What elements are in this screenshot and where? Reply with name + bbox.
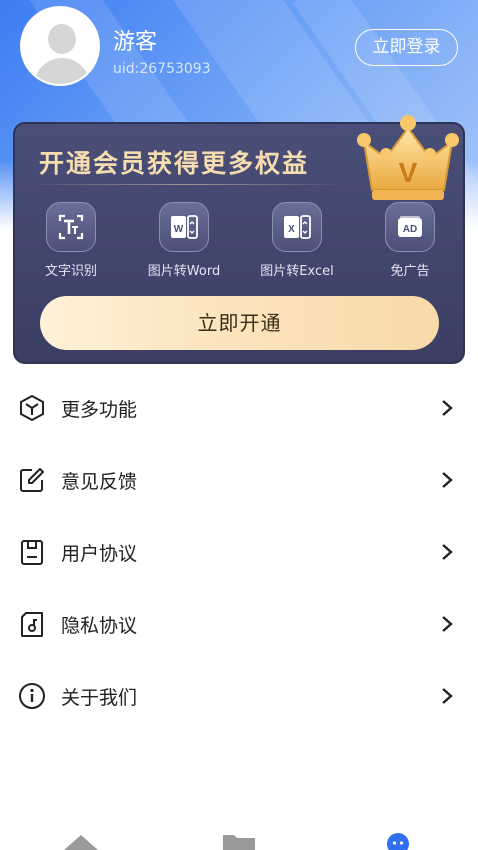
home-icon[interactable] (62, 832, 100, 850)
info-icon (17, 681, 47, 711)
feature-text-recognition[interactable]: 文字识别 (26, 202, 116, 279)
image-to-excel-icon: X (272, 202, 322, 252)
feature-label: 图片转Word (147, 264, 221, 279)
document-icon (17, 537, 47, 567)
svg-text:AD: AD (403, 224, 417, 235)
user-id: uid:26753093 (113, 61, 211, 77)
username: 游客 (113, 30, 158, 55)
cube-icon (17, 393, 47, 423)
chevron-right-icon (442, 688, 453, 704)
vip-membership-card: 开通会员获得更多权益 V 文字识别 W 图片转Word X 图片转Excel A… (13, 115, 465, 364)
image-to-word-icon: W (159, 202, 209, 252)
menu-item-label: 隐私协议 (61, 614, 138, 637)
vip-title: 开通会员获得更多权益 (39, 149, 310, 178)
menu-item-label: 更多功能 (61, 398, 138, 421)
privacy-file-icon (17, 609, 47, 639)
menu-item-label: 关于我们 (61, 686, 138, 709)
profile-icon[interactable] (386, 832, 410, 850)
svg-text:W: W (174, 224, 184, 235)
login-button[interactable]: 立即登录 (355, 29, 458, 66)
svg-text:X: X (288, 224, 295, 235)
settings-menu: 更多功能 意见反馈 用户协议 隐私协议 关于我们 (0, 372, 478, 732)
feature-image-to-word[interactable]: W 图片转Word (139, 202, 229, 279)
menu-item-about-us[interactable]: 关于我们 (0, 660, 478, 732)
menu-item-privacy-policy[interactable]: 隐私协议 (0, 588, 478, 660)
menu-item-more-features[interactable]: 更多功能 (0, 372, 478, 444)
ad-free-icon: AD (385, 202, 435, 252)
feature-label: 图片转Excel (260, 264, 334, 279)
feature-label: 免广告 (390, 264, 430, 279)
vip-divider (37, 184, 335, 185)
folder-icon[interactable] (222, 832, 256, 850)
feature-label: 文字识别 (44, 264, 97, 279)
chevron-right-icon (442, 472, 453, 488)
bottom-tab-bar (0, 820, 478, 850)
menu-item-feedback[interactable]: 意见反馈 (0, 444, 478, 516)
avatar[interactable] (20, 6, 100, 86)
edit-icon (17, 465, 47, 495)
crown-letter: V (399, 157, 418, 188)
crown-icon: V (357, 115, 459, 200)
menu-item-label: 用户协议 (61, 542, 138, 565)
open-membership-button[interactable]: 立即开通 (40, 296, 439, 350)
chevron-right-icon (442, 544, 453, 560)
text-recognition-icon (46, 202, 96, 252)
chevron-right-icon (442, 400, 453, 416)
menu-item-label: 意见反馈 (61, 470, 138, 493)
chevron-right-icon (442, 616, 453, 632)
feature-ad-free[interactable]: AD 免广告 (365, 202, 455, 279)
menu-item-user-agreement[interactable]: 用户协议 (0, 516, 478, 588)
feature-image-to-excel[interactable]: X 图片转Excel (252, 202, 342, 279)
